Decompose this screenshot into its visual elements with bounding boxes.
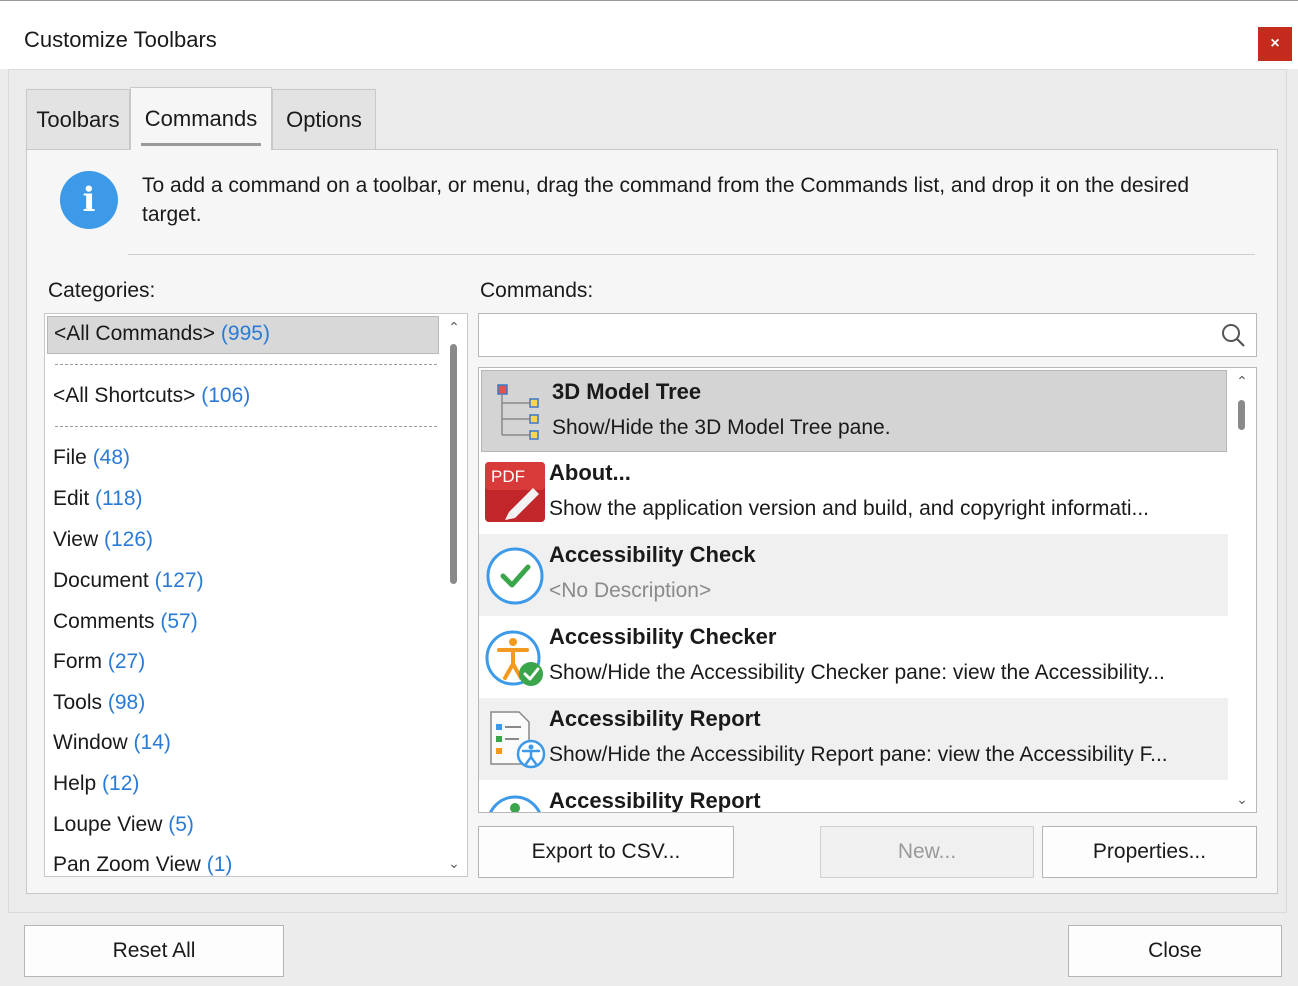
command-about[interactable]: PDF About... Show the application versio…: [479, 452, 1229, 534]
export-to-csv-button[interactable]: Export to CSV...: [478, 826, 734, 878]
command-description: Show/Hide the Accessibility Report pane:…: [549, 743, 1168, 766]
divider: [55, 426, 437, 427]
category-count: (57): [160, 610, 198, 633]
category-loupe-view[interactable]: Loupe View (5): [53, 813, 194, 837]
reset-all-button[interactable]: Reset All: [24, 925, 284, 977]
accessibility-report-icon: [490, 711, 546, 769]
command-accessibility-report[interactable]: Accessibility Report Show/Hide the Acces…: [479, 698, 1229, 780]
category-comments[interactable]: Comments (57): [53, 610, 198, 634]
command-name: Accessibility Checker: [549, 624, 777, 649]
scroll-up-icon[interactable]: ⌃: [1228, 370, 1256, 392]
category-count: (1): [206, 853, 233, 876]
check-circle-icon: [486, 547, 544, 605]
category-count: (98): [107, 691, 146, 714]
accessibility-person-icon: [489, 795, 541, 812]
category-name: File: [53, 446, 87, 469]
category-name: Tools: [53, 691, 103, 714]
category-edit[interactable]: Edit (118): [53, 487, 143, 511]
categories-scrollbar[interactable]: ⌃ ⌄: [441, 314, 467, 876]
categories-label: Categories:: [48, 279, 156, 302]
category-count: (995): [220, 322, 270, 345]
category-name: View: [53, 528, 99, 551]
info-message: To add a command on a toolbar, or menu, …: [142, 174, 1190, 226]
commands-list[interactable]: 3D Model Tree Show/Hide the 3D Model Tre…: [478, 367, 1257, 813]
scroll-up-icon[interactable]: ⌃: [441, 316, 467, 338]
command-description: Show the application version and build, …: [549, 497, 1150, 520]
divider: [128, 254, 1255, 255]
command-search-input[interactable]: [478, 313, 1257, 357]
customize-toolbars-dialog: Customize Toolbars × Toolbars Commands O…: [0, 0, 1298, 986]
tab-options-label: Options: [286, 106, 362, 132]
category-document[interactable]: Document (127): [53, 569, 204, 593]
category-count: (126): [103, 528, 154, 551]
active-tab-indicator: [141, 143, 261, 146]
properties-button[interactable]: Properties...: [1042, 826, 1257, 878]
tab-toolbars-label: Toolbars: [36, 106, 120, 132]
category-pan-zoom-view[interactable]: Pan Zoom View (1): [53, 853, 233, 876]
command-name: About...: [549, 460, 631, 485]
search-icon: [1222, 324, 1245, 347]
command-name: Accessibility Report: [549, 706, 761, 731]
title-bar: Customize Toolbars ×: [0, 1, 1298, 69]
category-count: (14): [133, 731, 171, 754]
command-description: <No Description>: [549, 579, 712, 602]
model-tree-icon: [497, 384, 539, 440]
category-help[interactable]: Help (12): [53, 772, 139, 796]
scroll-thumb[interactable]: [450, 344, 457, 584]
category-name: Comments: [53, 610, 155, 633]
category-count: (106): [201, 384, 251, 407]
category-count: (127): [154, 569, 204, 592]
command-accessibility-report-2[interactable]: Accessibility Report: [479, 780, 1229, 813]
commands-label: Commands:: [480, 279, 594, 302]
accessibility-checker-icon: [485, 630, 543, 686]
category-name: <All Shortcuts>: [53, 384, 196, 407]
scroll-thumb[interactable]: [1238, 400, 1245, 430]
category-name: Document: [53, 569, 149, 592]
command-accessibility-check[interactable]: Accessibility Check <No Description>: [479, 534, 1229, 616]
info-icon: i: [60, 171, 118, 229]
category-count: (118): [95, 487, 143, 510]
category-name: Loupe View: [53, 813, 163, 836]
category-name: Edit: [53, 487, 90, 510]
close-button[interactable]: Close: [1068, 925, 1282, 977]
category-name: Help: [53, 772, 97, 795]
categories-list[interactable]: <All Commands> (995) <All Shortcuts> (10…: [44, 313, 468, 877]
scroll-down-icon[interactable]: ⌄: [441, 852, 467, 874]
pdf-about-icon: PDF: [485, 462, 545, 522]
category-count: (48): [92, 446, 131, 469]
command-name: Accessibility Check: [549, 542, 756, 567]
command-3d-model-tree[interactable]: 3D Model Tree Show/Hide the 3D Model Tre…: [481, 370, 1227, 452]
category-count: (27): [107, 650, 146, 673]
command-name: Accessibility Report: [549, 788, 761, 813]
category-name: Window: [53, 731, 128, 754]
tab-commands[interactable]: Commands: [130, 87, 272, 150]
close-window-button[interactable]: ×: [1258, 27, 1292, 61]
category-count: (12): [102, 772, 140, 795]
tab-toolbars[interactable]: Toolbars: [26, 89, 130, 149]
new-command-button[interactable]: New...: [820, 826, 1034, 878]
category-view[interactable]: View (126): [53, 528, 153, 552]
command-accessibility-checker[interactable]: Accessibility Checker Show/Hide the Acce…: [479, 616, 1229, 698]
category-count: (5): [168, 813, 194, 836]
scroll-down-icon[interactable]: ⌄: [1228, 788, 1256, 810]
svg-text:PDF: PDF: [491, 467, 525, 486]
command-description: Show/Hide the Accessibility Checker pane…: [549, 661, 1165, 684]
category-all-shortcuts[interactable]: <All Shortcuts> (106): [53, 384, 250, 408]
category-form[interactable]: Form (27): [53, 650, 145, 674]
tab-options[interactable]: Options: [272, 89, 376, 149]
command-description: Show/Hide the 3D Model Tree pane.: [552, 416, 891, 439]
category-window[interactable]: Window (14): [53, 731, 171, 755]
window-title: Customize Toolbars: [24, 27, 217, 52]
category-tools[interactable]: Tools (98): [53, 691, 145, 715]
category-name: Form: [53, 650, 102, 673]
category-name: <All Commands>: [54, 322, 216, 345]
category-file[interactable]: File (48): [53, 446, 130, 470]
commands-scrollbar[interactable]: ⌃ ⌄: [1228, 368, 1256, 812]
divider: [55, 364, 437, 365]
category-name: Pan Zoom View: [53, 853, 201, 876]
category-all-commands[interactable]: <All Commands> (995): [47, 316, 439, 354]
command-name: 3D Model Tree: [552, 379, 702, 404]
tab-commands-label: Commands: [144, 106, 258, 131]
